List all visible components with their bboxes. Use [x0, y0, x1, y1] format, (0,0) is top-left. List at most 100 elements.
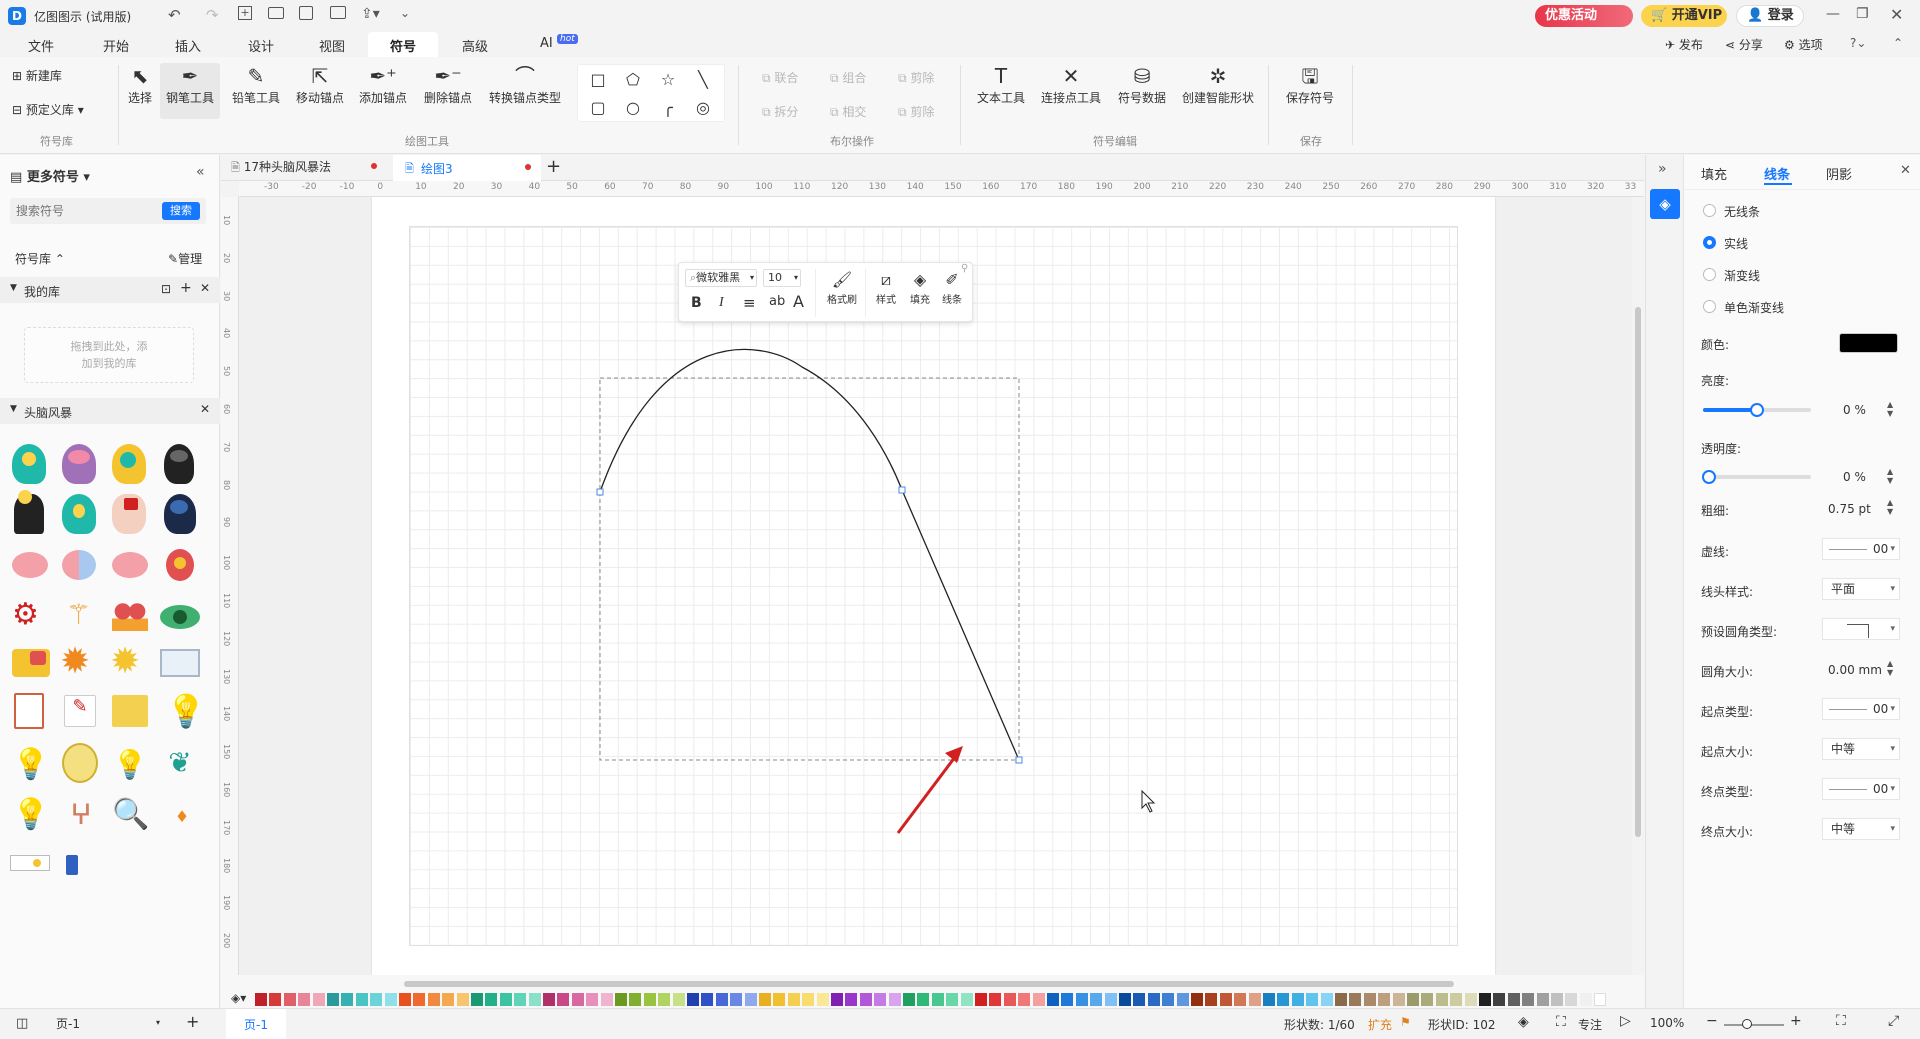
color-swatch-item[interactable] [1234, 993, 1247, 1006]
color-swatch-item[interactable] [802, 993, 815, 1006]
color-swatch-item[interactable] [571, 993, 584, 1006]
checklist-icon[interactable] [14, 693, 44, 729]
page-tab-active[interactable]: 页-1 [226, 1009, 286, 1039]
expand-label[interactable]: 扩充 [1368, 1016, 1392, 1033]
fill-button[interactable]: ◈ 填充 [905, 269, 935, 306]
line-icon[interactable]: ╲ [688, 67, 718, 91]
color-swatch-item[interactable] [744, 993, 757, 1006]
move-anchor-button[interactable]: ⇱ 移动锚点 [292, 63, 348, 106]
color-swatch-item[interactable] [874, 993, 887, 1006]
subtract-button[interactable]: ⧉ 剪除 [898, 69, 934, 86]
color-swatch-item[interactable] [427, 993, 440, 1006]
color-swatch-item[interactable] [629, 993, 642, 1006]
color-swatch-item[interactable] [730, 993, 743, 1006]
delete-anchor-button[interactable]: ✒⁻ 删除锚点 [420, 63, 476, 106]
convert-anchor-button[interactable]: ⌒ 转换锚点类型 [485, 63, 565, 106]
whiteboard-icon[interactable] [160, 649, 200, 677]
color-swatch-item[interactable] [1176, 993, 1189, 1006]
color-swatch[interactable] [1839, 333, 1898, 353]
undo-icon[interactable]: ↶ [168, 6, 181, 24]
color-swatch-item[interactable] [499, 993, 512, 1006]
magic-wand-icon[interactable]: ⚚ [66, 595, 96, 635]
weight-value[interactable]: 0.75 pt [1828, 502, 1871, 516]
color-swatch-item[interactable] [643, 993, 656, 1006]
color-swatch-item[interactable] [759, 993, 771, 1006]
tab-line[interactable]: 线条 [1764, 164, 1790, 183]
color-swatch-item[interactable] [298, 993, 311, 1006]
color-swatch-item[interactable] [845, 993, 858, 1006]
note-yellow-icon[interactable] [112, 695, 148, 727]
customize-quick-access-icon[interactable]: ⌄ [400, 6, 410, 20]
brightness-stepper-icon[interactable]: ▲ ▼ [1887, 400, 1893, 418]
color-swatch-item[interactable] [701, 993, 714, 1006]
transparency-slider-track[interactable] [1703, 475, 1811, 479]
color-swatch-item[interactable] [960, 993, 973, 1006]
pen-tool-button[interactable]: ✒ 钢笔工具 [160, 63, 220, 119]
minimize-icon[interactable]: — [1826, 6, 1840, 22]
color-swatch-item[interactable] [1493, 993, 1506, 1006]
color-swatch-item[interactable] [1306, 993, 1319, 1006]
font-select[interactable]: ⌕微软雅黑 ▾ [685, 269, 757, 287]
speech-bubble-icon[interactable] [12, 649, 50, 677]
color-swatch-item[interactable] [413, 993, 426, 1006]
page-select[interactable]: 页-1 ▾ [56, 1015, 164, 1033]
align-button[interactable]: ≡ [743, 294, 756, 312]
color-swatch-item[interactable] [586, 993, 599, 1006]
color-swatch-item[interactable] [773, 993, 786, 1006]
brain-halves-icon[interactable] [62, 550, 96, 580]
vertical-scrollbar[interactable] [1632, 197, 1644, 975]
bulb-glow-icon[interactable]: 💡 [12, 745, 49, 785]
zoom-slider-thumb[interactable] [1742, 1019, 1752, 1029]
color-swatch-item[interactable] [672, 993, 685, 1006]
save-symbol-button[interactable]: 🖫 保存符号 [1282, 63, 1338, 106]
brain-circuit-icon[interactable] [166, 549, 194, 581]
color-swatch-item[interactable] [917, 993, 930, 1006]
color-swatch-item[interactable] [1133, 993, 1146, 1006]
pencil-tool-button[interactable]: ✎ 铅笔工具 [228, 63, 284, 106]
color-swatch-item[interactable] [1594, 993, 1607, 1006]
close-window-icon[interactable]: ✕ [1890, 5, 1903, 24]
gears-red-icon[interactable]: ⚙ [12, 597, 48, 633]
color-swatch-item[interactable] [1579, 993, 1592, 1006]
corner-size-value[interactable]: 0.00 mm [1828, 663, 1882, 677]
help-icon[interactable]: ?⌄ [1850, 36, 1866, 50]
union-button[interactable]: ⧉ 联合 [762, 69, 798, 86]
login-button[interactable]: 👤 登录 [1736, 5, 1804, 27]
small-bulb-icon[interactable]: ♦ [170, 805, 194, 829]
color-swatch-item[interactable] [1147, 993, 1160, 1006]
color-swatch-item[interactable] [543, 993, 555, 1006]
brain-pink-icon[interactable] [12, 552, 48, 578]
phone-symbol-icon[interactable] [66, 855, 78, 875]
corner-type-select[interactable]: ▾ [1822, 618, 1900, 640]
color-swatch-item[interactable] [370, 993, 383, 1006]
style-button[interactable]: ⧄ 样式 [871, 269, 901, 306]
menu-ai[interactable]: AI [540, 36, 553, 51]
weight-stepper-icon[interactable]: ▲ ▼ [1887, 498, 1893, 516]
corner-size-stepper-icon[interactable]: ▲ ▼ [1887, 659, 1893, 677]
people-group-icon[interactable] [112, 603, 148, 631]
symbol-lib-toggle[interactable]: 符号库 ⌃ [15, 250, 65, 267]
color-swatch-item[interactable] [1335, 993, 1347, 1006]
color-swatch-item[interactable] [816, 993, 829, 1006]
close-panel-icon[interactable]: ✕ [1900, 163, 1911, 178]
bulb-shine-icon[interactable]: 💡 [12, 795, 49, 835]
magnifier-icon[interactable]: 🔍 [112, 795, 149, 835]
color-swatch-item[interactable] [715, 993, 728, 1006]
import-icon[interactable]: ⊡ [161, 282, 171, 296]
transparency-slider-thumb[interactable] [1702, 470, 1716, 484]
color-swatch-item[interactable] [312, 993, 325, 1006]
start-size-select[interactable]: 中等 ▾ [1822, 738, 1900, 760]
color-swatch-item[interactable] [1507, 993, 1520, 1006]
brightness-slider-thumb[interactable] [1750, 403, 1764, 417]
color-swatch-item[interactable] [1104, 993, 1117, 1006]
share-button[interactable]: ⋖ 分享 [1725, 36, 1763, 53]
color-swatch-item[interactable] [1450, 993, 1463, 1006]
color-swatch-item[interactable] [859, 993, 872, 1006]
pin-icon[interactable]: ⚲ [961, 263, 968, 274]
color-swatch-item[interactable] [1003, 993, 1016, 1006]
head-gears-icon[interactable] [112, 444, 146, 484]
symbol-search-field[interactable] [16, 202, 156, 220]
color-swatch-item[interactable] [355, 993, 368, 1006]
color-swatch-item[interactable] [687, 993, 699, 1006]
rounded-rect-icon[interactable]: ▢ [583, 95, 613, 119]
